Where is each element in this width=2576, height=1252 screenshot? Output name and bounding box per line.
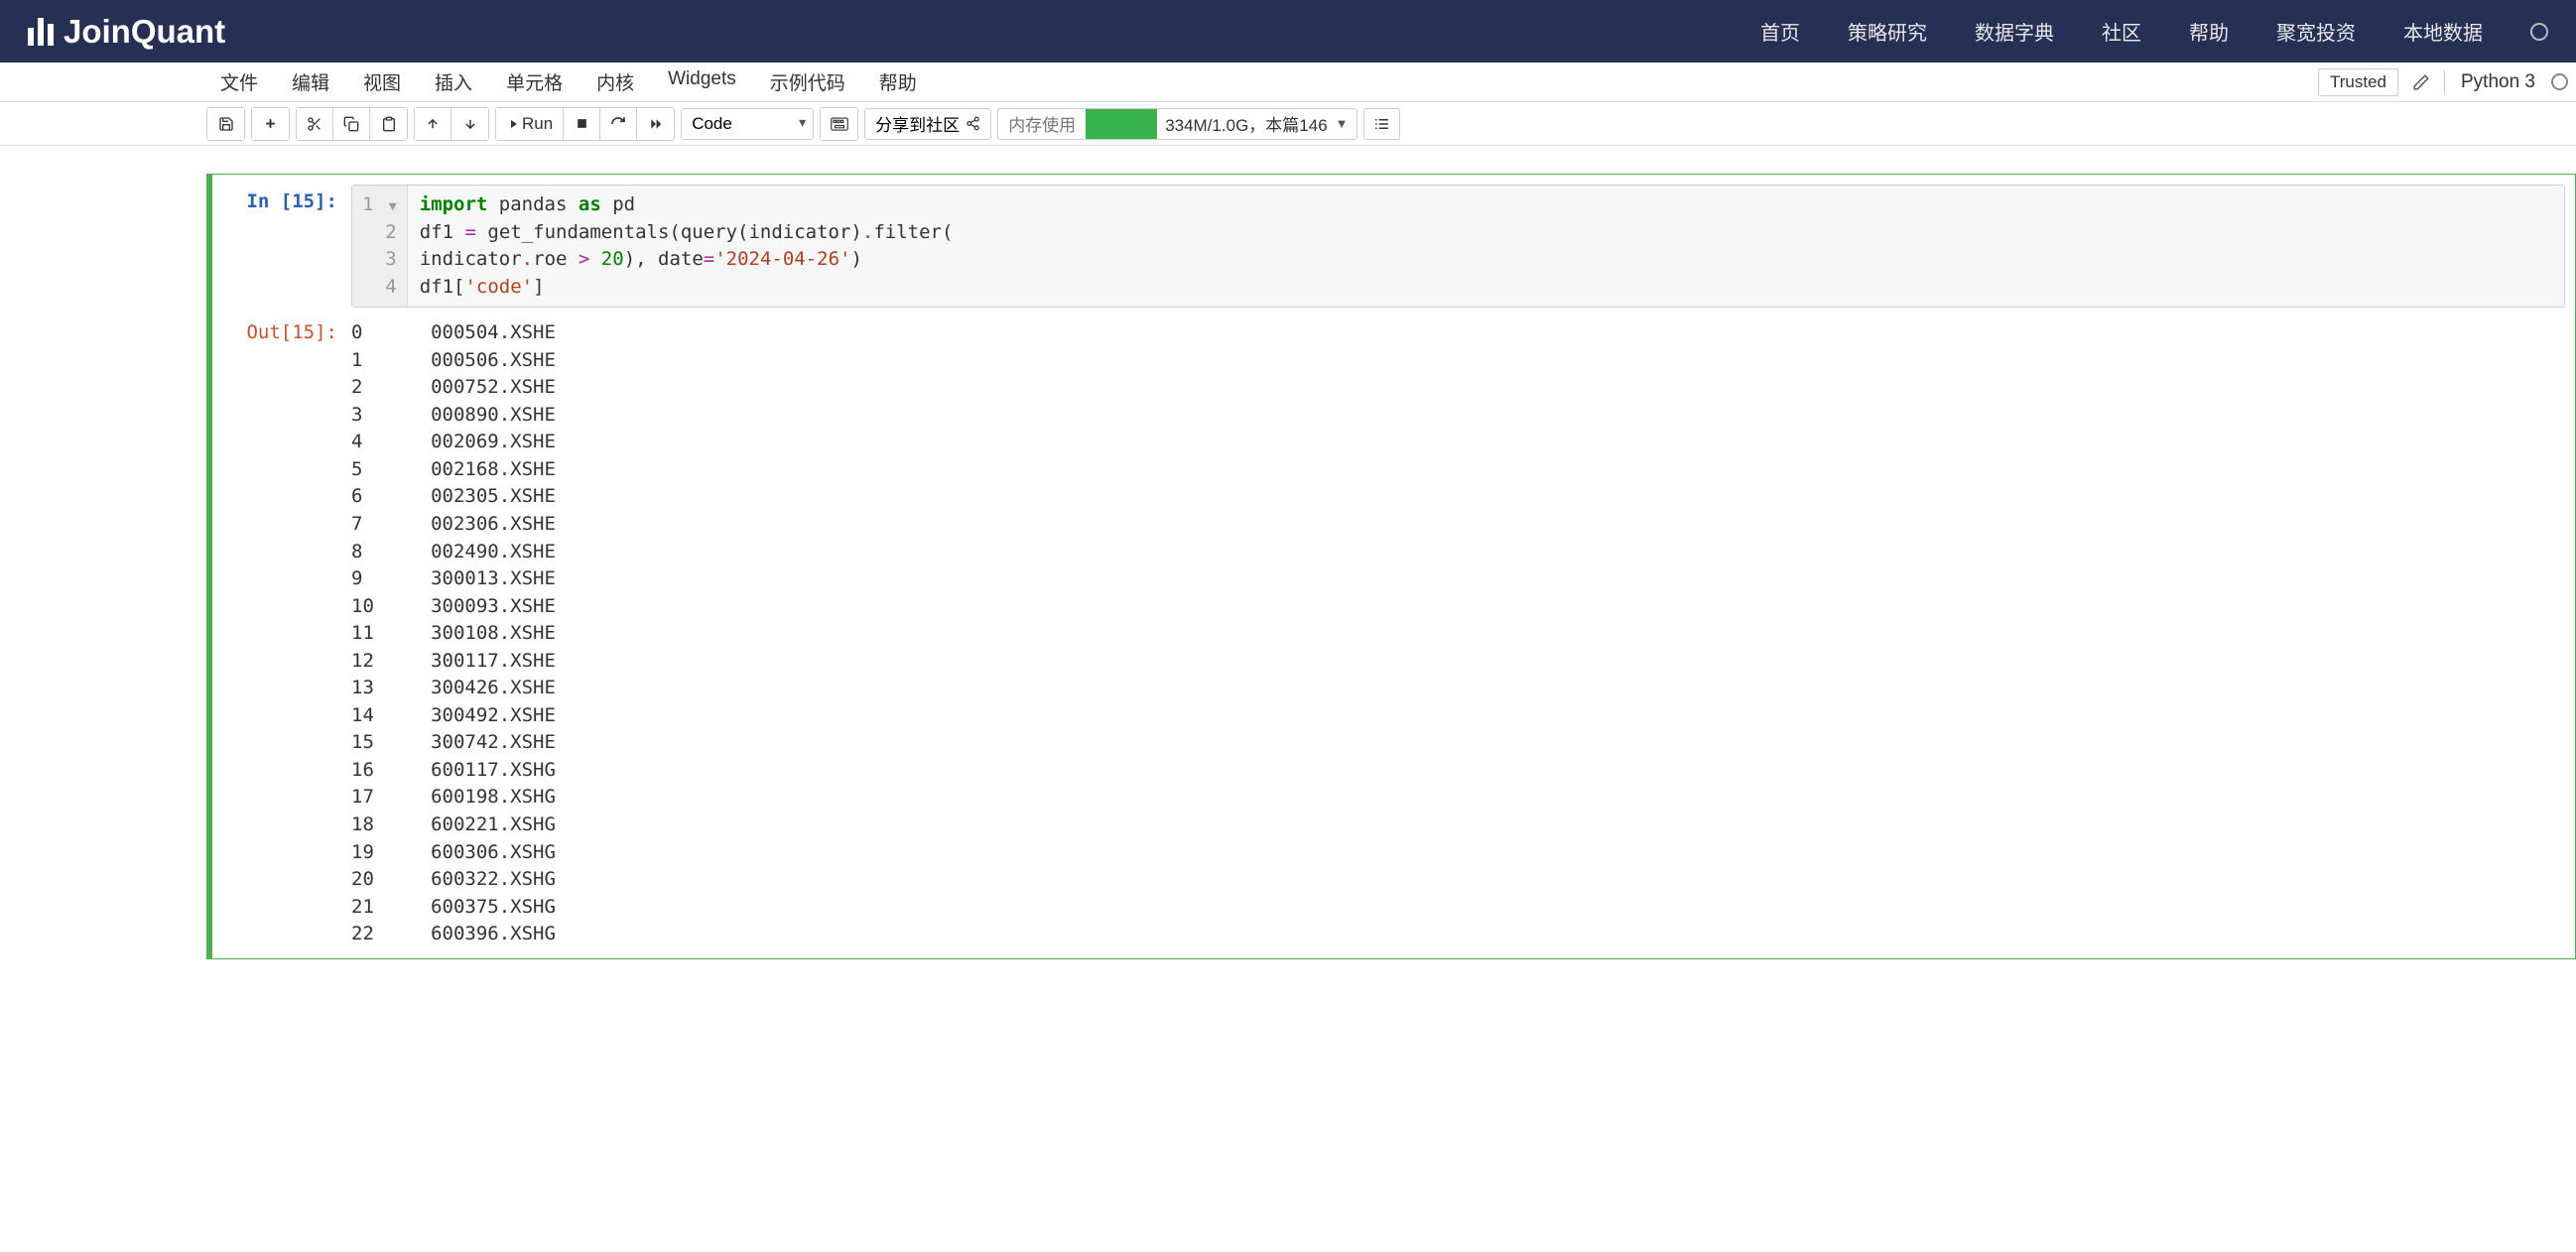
menu-edit[interactable]: 编辑 xyxy=(292,68,329,95)
menu-view[interactable]: 视图 xyxy=(363,68,401,95)
nav-community[interactable]: 社区 xyxy=(2102,17,2141,46)
output-area: 0 000504.XSHE 1 000506.XSHE 2 000752.XSH… xyxy=(351,315,556,948)
nav-data-dict[interactable]: 数据字典 xyxy=(1975,17,2054,46)
user-avatar-icon[interactable] xyxy=(2530,23,2548,41)
add-cell-button[interactable] xyxy=(252,108,289,140)
celltype-select[interactable]: Code xyxy=(681,108,814,140)
copy-button[interactable] xyxy=(333,108,370,140)
trusted-button[interactable]: Trusted xyxy=(2318,68,2398,96)
share-button[interactable]: 分享到社区 xyxy=(864,108,991,140)
nav-home[interactable]: 首页 xyxy=(1760,17,1800,46)
restart-run-all-button[interactable] xyxy=(637,108,674,140)
brand-name: JoinQuant xyxy=(64,13,225,51)
kernel-status-icon xyxy=(2551,73,2568,90)
line-gutter: 1 ▼ 2 3 4 xyxy=(352,186,408,307)
code-editor[interactable]: 1 ▼ 2 3 4 import pandas as pd df1 = get_… xyxy=(351,185,2565,308)
jupyter-menubar: 文件 编辑 视图 插入 单元格 内核 Widgets 示例代码 帮助 Trust… xyxy=(0,63,2576,102)
stop-button[interactable] xyxy=(564,108,600,140)
nav-help[interactable]: 帮助 xyxy=(2189,17,2229,46)
move-down-button[interactable] xyxy=(451,108,488,140)
menu-file[interactable]: 文件 xyxy=(220,68,258,95)
edit-icon[interactable] xyxy=(2408,69,2434,95)
nav-local-data[interactable]: 本地数据 xyxy=(2403,17,2483,46)
save-button[interactable] xyxy=(207,108,244,140)
logo-bars-icon xyxy=(28,18,54,46)
brand-logo[interactable]: JoinQuant xyxy=(28,13,225,51)
menu-help[interactable]: 帮助 xyxy=(879,68,917,95)
separator xyxy=(2444,70,2445,94)
toc-button[interactable] xyxy=(1363,108,1400,140)
top-navigation: JoinQuant 首页 策略研究 数据字典 社区 帮助 聚宽投资 本地数据 xyxy=(0,0,2576,63)
notebook-container: In [15]: 1 ▼ 2 3 4 import pandas as pd d… xyxy=(0,146,2576,959)
nav-strategy[interactable]: 策略研究 xyxy=(1848,17,1927,46)
memory-usage[interactable]: 内存使用 334M/1.0G，本篇146 ▼ xyxy=(997,108,1356,140)
kernel-name[interactable]: Python 3 xyxy=(2455,71,2541,93)
memory-bar xyxy=(1086,109,1157,139)
menu-widgets[interactable]: Widgets xyxy=(668,68,736,95)
code-cell[interactable]: In [15]: 1 ▼ 2 3 4 import pandas as pd d… xyxy=(206,174,2576,959)
restart-button[interactable] xyxy=(600,108,637,140)
menu-kernel[interactable]: 内核 xyxy=(596,68,634,95)
memory-text: 334M/1.0G，本篇146 xyxy=(1157,111,1335,136)
menu-insert[interactable]: 插入 xyxy=(435,68,472,95)
topnav-links: 首页 策略研究 数据字典 社区 帮助 聚宽投资 本地数据 xyxy=(1760,17,2548,46)
nav-invest[interactable]: 聚宽投资 xyxy=(2276,17,2356,46)
chevron-down-icon: ▼ xyxy=(1336,116,1356,131)
paste-button[interactable] xyxy=(370,108,407,140)
run-button[interactable]: Run xyxy=(496,108,564,140)
cut-button[interactable] xyxy=(297,108,333,140)
command-palette-button[interactable] xyxy=(821,108,857,140)
code-content[interactable]: import pandas as pd df1 = get_fundamenta… xyxy=(408,186,966,307)
memory-label: 内存使用 xyxy=(998,111,1086,136)
move-up-button[interactable] xyxy=(415,108,451,140)
menu-examples[interactable]: 示例代码 xyxy=(770,68,845,95)
jupyter-toolbar: Run Code 分享到社区 内存使用 334M/1.0G，本篇146 ▼ xyxy=(0,102,2576,146)
input-prompt: In [15]: xyxy=(212,185,351,308)
output-prompt: Out[15]: xyxy=(212,315,351,948)
menu-cell[interactable]: 单元格 xyxy=(506,68,563,95)
